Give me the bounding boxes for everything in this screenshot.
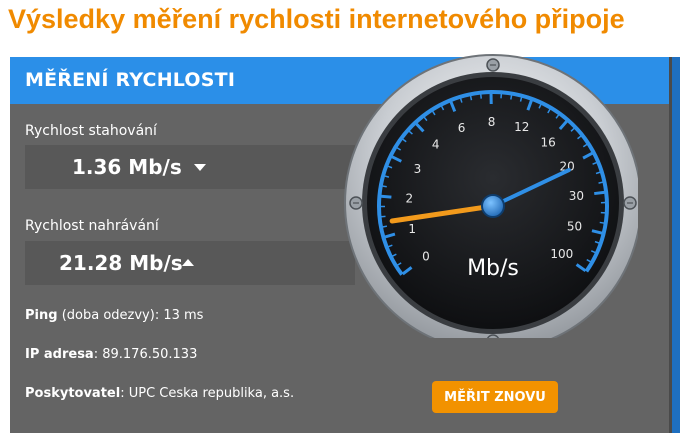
ip-label: IP adresa xyxy=(25,347,94,362)
gauge-minor-tick xyxy=(510,94,513,100)
gauge-scale-label: 2 xyxy=(405,192,413,206)
speedometer-gauge: 012346 8 1216203050100 Mb/s xyxy=(344,54,638,338)
gauge-scale-label: 0 xyxy=(422,250,430,264)
provider-info: Poskytovatel: UPC Ceska republika, a.s. xyxy=(25,386,294,401)
upload-value-box: 21.28 Mb/s xyxy=(25,241,355,285)
ip-info: IP adresa: 89.176.50.133 xyxy=(25,347,197,362)
ip-value: : 89.176.50.133 xyxy=(93,347,198,362)
upload-label: Rychlost nahrávání xyxy=(25,218,159,234)
page-title: Výsledky měření rychlosti internetového … xyxy=(8,4,625,34)
download-value-box: 1.36 Mb/s xyxy=(25,145,355,189)
ping-label: Ping xyxy=(25,308,58,323)
adjacent-panel-edge xyxy=(672,57,680,433)
gauge-scale-label: 6 xyxy=(458,121,466,135)
ping-info: Ping (doba odezvy): 13 ms xyxy=(25,308,203,323)
gauge-scale-label: 4 xyxy=(432,138,440,152)
gauge-scale-label: 30 xyxy=(569,189,584,203)
gauge-minor-tick xyxy=(381,185,387,188)
upload-value: 21.28 Mb/s xyxy=(59,251,183,275)
upload-arrow-icon xyxy=(182,259,194,266)
gauge-scale-label: 8 xyxy=(488,115,496,129)
ping-sublabel: (doba odezvy) xyxy=(61,308,155,323)
gauge-scale-label: 3 xyxy=(414,162,422,176)
gauge-minor-tick xyxy=(479,93,482,99)
gauge-scale-label: 16 xyxy=(540,136,555,150)
gauge-unit-label: Mb/s xyxy=(467,256,519,281)
gauge-minor-tick xyxy=(598,181,604,184)
gauge-scale-label: 12 xyxy=(514,120,529,134)
gauge-major-tick xyxy=(380,194,392,199)
gauge-scale-label: 50 xyxy=(567,219,582,233)
gauge-major-tick xyxy=(594,190,606,196)
download-label: Rychlost stahování xyxy=(25,123,157,139)
download-value: 1.36 Mb/s xyxy=(72,155,182,179)
gauge-scale-label: 1 xyxy=(408,222,416,236)
provider-value: : UPC Ceska republika, a.s. xyxy=(120,386,295,401)
gauge-minor-tick xyxy=(469,95,473,101)
gauge-minor-tick xyxy=(599,221,605,224)
download-arrow-icon xyxy=(194,164,206,171)
provider-label: Poskytovatel xyxy=(25,386,121,401)
gauge-minor-tick xyxy=(381,225,388,228)
panel-title: MĚŘENÍ RYCHLOSTI xyxy=(25,69,236,91)
retest-button[interactable]: MĚŘIT ZNOVU xyxy=(432,381,558,413)
gauge-hub xyxy=(481,194,505,218)
gauge-scale-label: 100 xyxy=(550,247,573,261)
ping-value: : 13 ms xyxy=(154,308,204,323)
